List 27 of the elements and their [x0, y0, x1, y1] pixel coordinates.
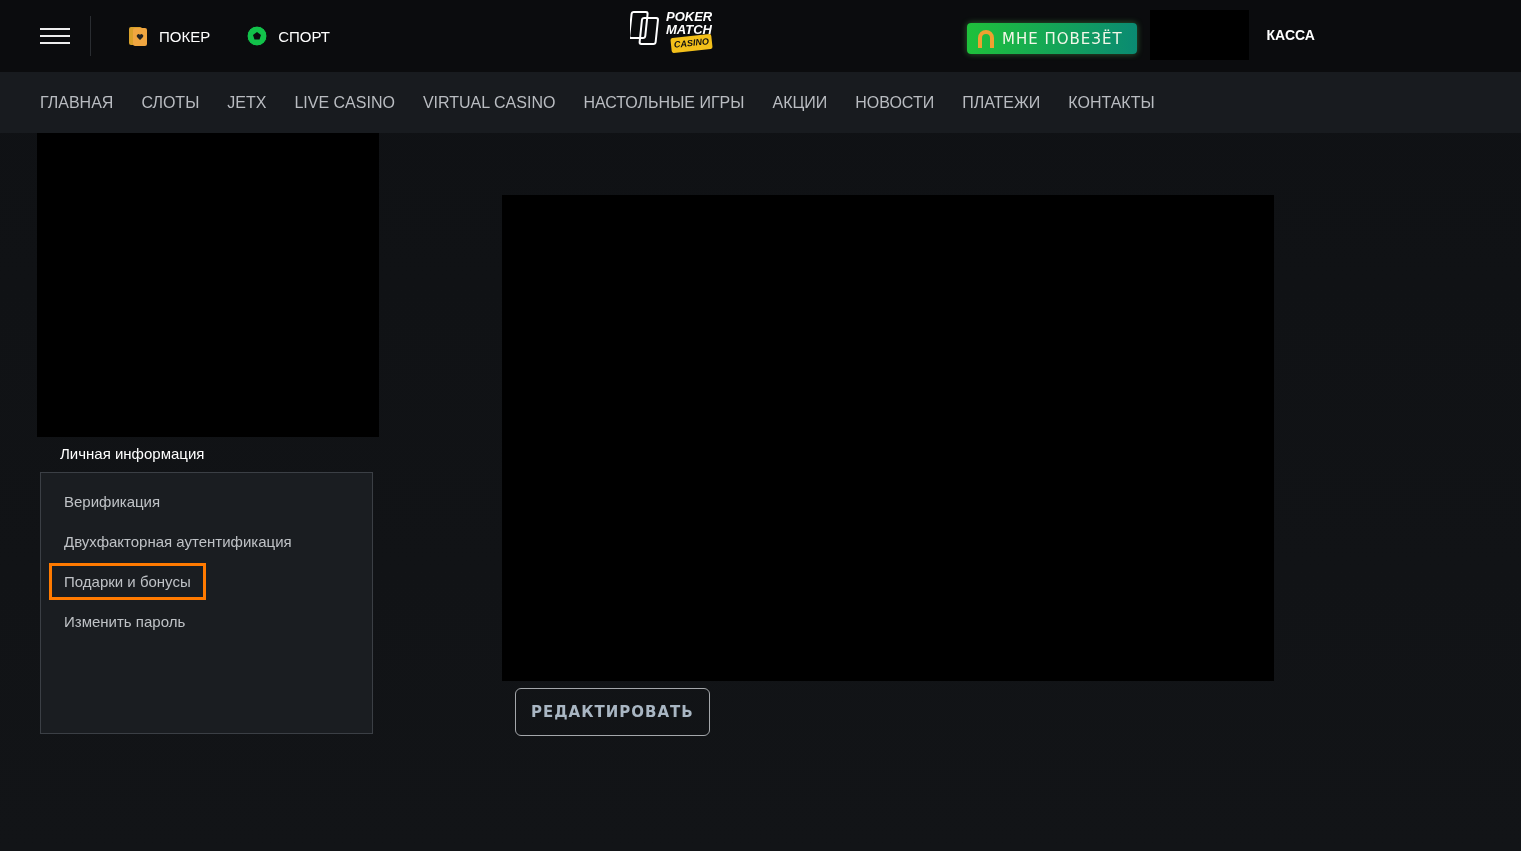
soccer-ball-icon	[246, 25, 269, 47]
nav-link[interactable]: НОВОСТИ	[855, 93, 935, 112]
horseshoe-icon	[975, 27, 997, 50]
sidebar-item[interactable]: Верификация	[49, 483, 176, 520]
sidebar-item[interactable]: Двухфакторная аутентификация	[49, 523, 307, 560]
sidebar-item[interactable]: Подарки и бонусы	[49, 563, 206, 600]
logo-badge: CASINO	[670, 33, 713, 54]
logo-text: MATCH	[666, 23, 713, 36]
sidebar-item[interactable]: Изменить пароль	[49, 603, 201, 640]
cashier-link[interactable]: КАССА	[1266, 27, 1315, 43]
logo-text: POKER	[666, 10, 713, 23]
nav-link[interactable]: LIVE CASINO	[294, 93, 395, 112]
nav-link[interactable]: НАСТОЛЬНЫЕ ИГРЫ	[583, 93, 745, 112]
quick-link[interactable]: СПОРТ	[246, 25, 330, 47]
nav-link[interactable]: ПЛАТЕЖИ	[962, 93, 1041, 112]
nav-link[interactable]: АКЦИИ	[772, 93, 828, 112]
sidebar-title: Личная информация	[59, 444, 206, 464]
menu-icon[interactable]	[40, 28, 70, 44]
nav-link[interactable]: ГЛАВНАЯ	[40, 93, 114, 112]
playing-card-icon	[127, 25, 149, 47]
edit-button[interactable]: РЕДАКТИРОВАТЬ	[515, 688, 710, 736]
cards-outline-icon	[630, 10, 662, 46]
nav-link[interactable]: JETX	[227, 93, 267, 112]
quick-link[interactable]: ПОКЕР	[127, 25, 211, 47]
nav-link[interactable]: VIRTUAL CASINO	[422, 93, 556, 112]
nav-link[interactable]: СЛОТЫ	[141, 93, 200, 112]
nav-link[interactable]: КОНТАКТЫ	[1068, 93, 1155, 112]
